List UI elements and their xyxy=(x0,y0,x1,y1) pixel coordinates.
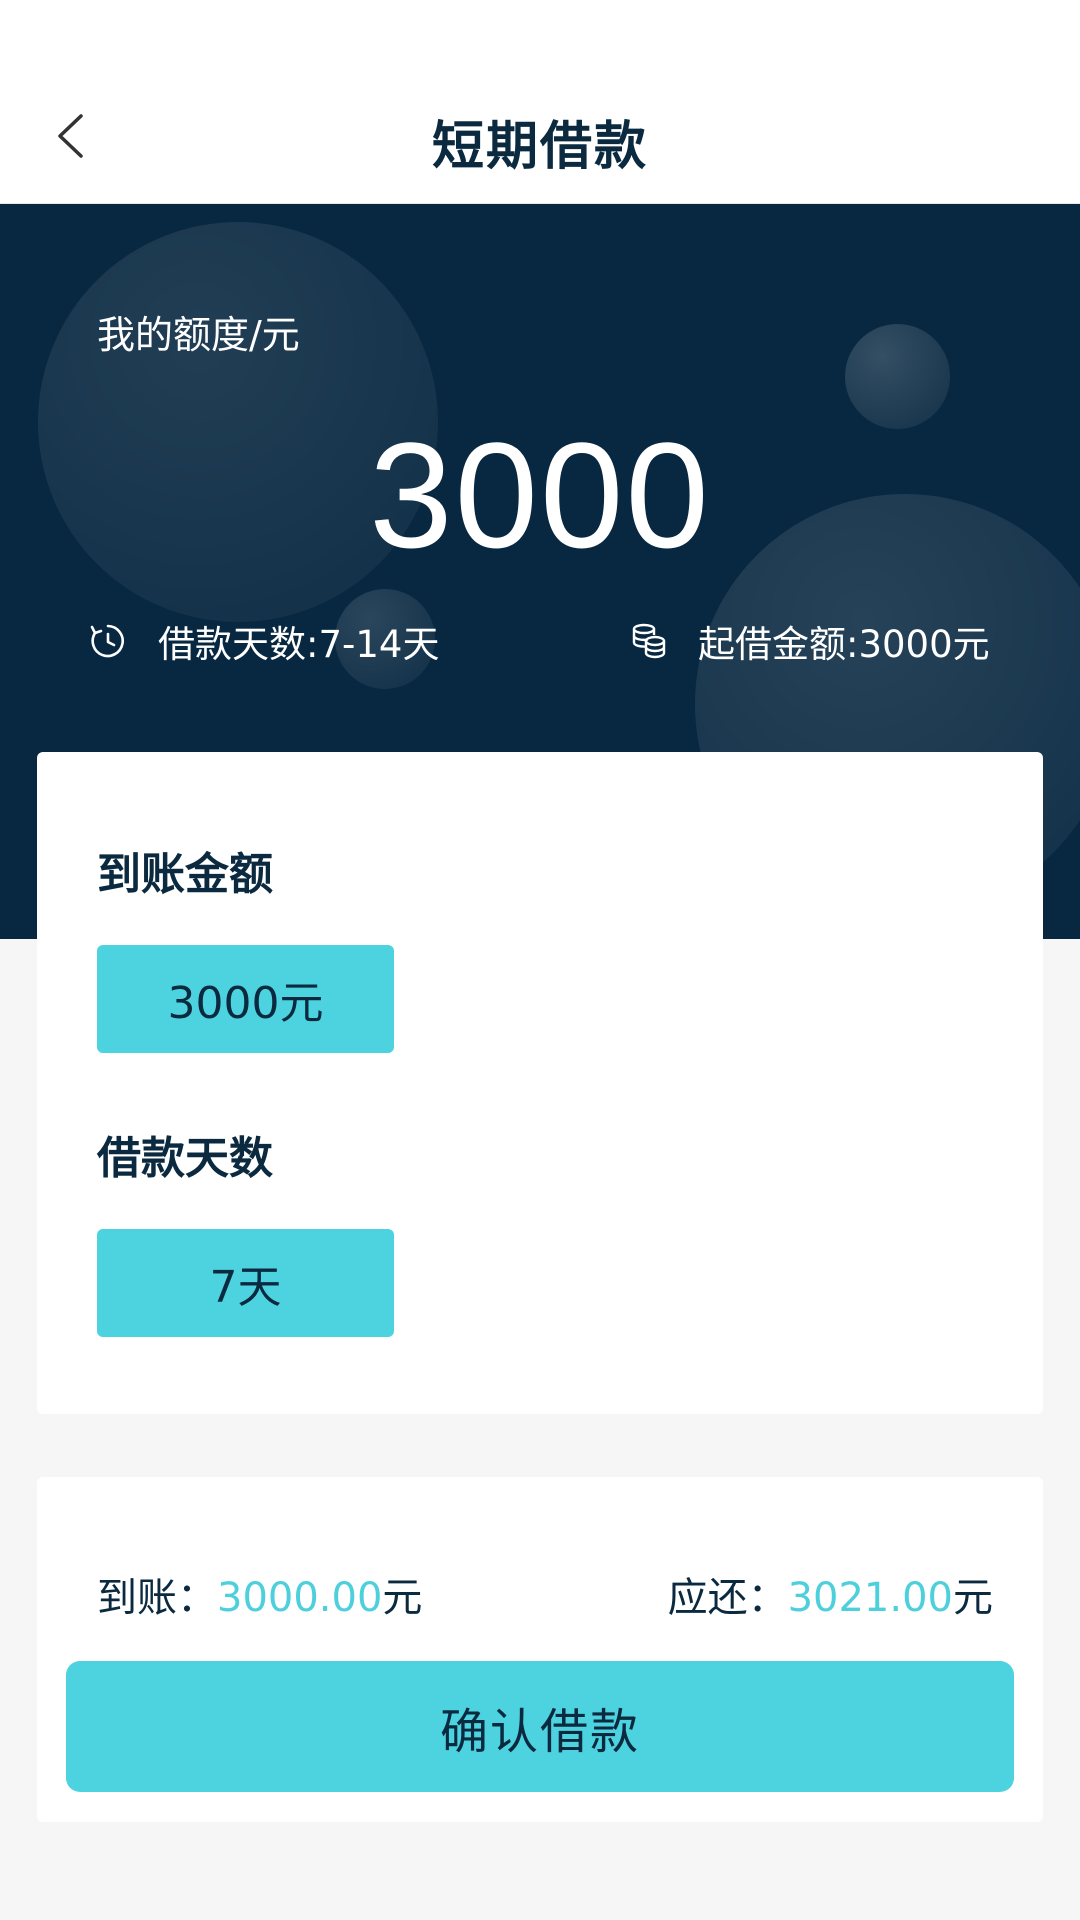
loan-days-text: 借款天数:7-14天 xyxy=(158,623,440,666)
arrival-value: 3000.00 xyxy=(217,1575,383,1621)
arrival-unit: 元 xyxy=(382,1575,423,1621)
loan-options-card: 到账金额 3000元 借款天数 7天 xyxy=(37,752,1043,1414)
repay-summary: 应还： 3021.00 元 xyxy=(668,1565,993,1623)
coin-stack-icon xyxy=(628,621,668,661)
amount-section-title: 到账金额 xyxy=(97,849,273,900)
min-amount-text: 起借金额:3000元 xyxy=(698,623,990,666)
confirm-loan-button[interactable]: 确认借款 xyxy=(66,1661,1014,1792)
days-option-chip[interactable]: 7天 xyxy=(97,1229,394,1337)
days-section-title: 借款天数 xyxy=(97,1133,273,1184)
quota-label: 我的额度/元 xyxy=(97,313,300,357)
repay-unit: 元 xyxy=(953,1575,993,1621)
confirm-card: 到账： 3000.00 元 应还： 3021.00 元 确认借款 xyxy=(37,1477,1043,1822)
loan-days-info: 借款天数:7-14天 xyxy=(88,614,439,668)
repay-value: 3021.00 xyxy=(787,1575,953,1621)
clock-refresh-icon xyxy=(88,621,128,661)
nav-bar: 短期借款 xyxy=(0,0,1080,204)
amount-option-chip[interactable]: 3000元 xyxy=(97,945,394,1053)
quota-amount: 3000 xyxy=(369,411,711,579)
page-title: 短期借款 xyxy=(431,117,648,177)
arrival-label: 到账： xyxy=(97,1575,217,1621)
repay-label: 应还： xyxy=(667,1575,788,1621)
arrival-summary: 到账： 3000.00 元 xyxy=(97,1565,422,1623)
min-amount-info: 起借金额:3000元 xyxy=(628,614,990,668)
